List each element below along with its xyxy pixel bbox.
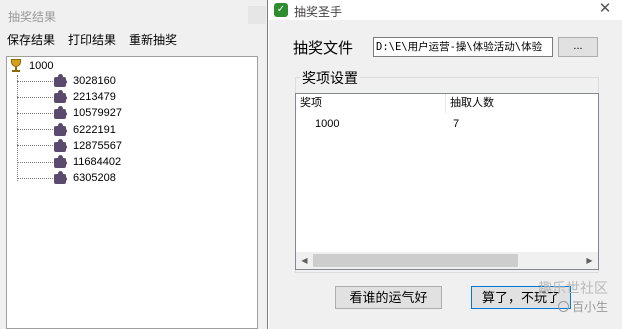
column-header-count[interactable]: 抽取人数 bbox=[446, 94, 598, 113]
tree-item-label: 2213479 bbox=[73, 91, 116, 104]
scroll-thumb[interactable] bbox=[313, 254, 518, 267]
watermark-author: 百小生 bbox=[558, 298, 608, 315]
tree-item[interactable]: 10579927 bbox=[17, 105, 122, 121]
puzzle-piece-icon bbox=[53, 74, 67, 88]
tree-root-label: 1000 bbox=[29, 60, 54, 72]
main-window-title: 抽奖圣手 bbox=[294, 5, 343, 19]
scroll-right-arrow-icon[interactable]: ▶ bbox=[581, 252, 598, 269]
tree-item-label: 10579927 bbox=[73, 107, 122, 120]
watermark-author-label: 百小生 bbox=[572, 300, 609, 314]
tree-item[interactable]: 2213479 bbox=[17, 89, 122, 105]
scroll-track[interactable] bbox=[313, 252, 581, 269]
prize-list[interactable]: 奖项 抽取人数 1000 7 ◀ ▶ bbox=[295, 93, 599, 270]
results-tree[interactable]: 1000 3028160 2213479 10579927 6222191 12… bbox=[6, 56, 258, 329]
list-header: 奖项 抽取人数 bbox=[296, 94, 598, 113]
puzzle-piece-icon bbox=[53, 106, 67, 120]
tree-item-label: 3028160 bbox=[73, 75, 116, 88]
cell-count: 7 bbox=[453, 118, 460, 130]
tree-item[interactable]: 12875567 bbox=[17, 138, 122, 154]
tree-item[interactable]: 6305208 bbox=[17, 170, 122, 186]
file-path-field[interactable]: D:\E\用户运营-操\体验活动\体验 bbox=[373, 37, 553, 57]
puzzle-piece-icon bbox=[53, 122, 67, 137]
puzzle-piece-icon bbox=[53, 138, 67, 153]
close-button[interactable]: ✕ bbox=[596, 0, 614, 20]
tree-item[interactable]: 11684402 bbox=[17, 154, 122, 170]
column-header-prize[interactable]: 奖项 bbox=[296, 94, 446, 113]
draw-lucky-button[interactable]: 看谁的运气好 bbox=[335, 286, 442, 309]
tree-item-label: 6222191 bbox=[73, 123, 116, 136]
tree-item[interactable]: 6222191 bbox=[17, 122, 122, 138]
tree-root-node[interactable]: 1000 bbox=[9, 59, 53, 73]
results-window-title: 抽奖结果 bbox=[8, 10, 57, 24]
tree-item-label: 11684402 bbox=[73, 156, 122, 169]
results-window: 抽奖结果 保存结果 打印结果 重新抽奖 1000 3028160 2213479… bbox=[0, 0, 270, 329]
menu-redraw[interactable]: 重新抽奖 bbox=[122, 30, 183, 50]
menu-save-results[interactable]: 保存结果 bbox=[0, 30, 61, 50]
puzzle-piece-icon bbox=[53, 171, 67, 185]
scroll-left-arrow-icon[interactable]: ◀ bbox=[296, 252, 313, 269]
tree-item-label: 12875567 bbox=[73, 139, 122, 152]
tree-item[interactable]: 3028160 bbox=[17, 73, 122, 89]
list-row[interactable]: 1000 7 bbox=[296, 118, 598, 130]
horizontal-scrollbar[interactable]: ◀ ▶ bbox=[296, 252, 598, 269]
main-window-titlebar[interactable]: ✓ 抽奖圣手 ✕ bbox=[268, 0, 622, 20]
browse-button[interactable]: ... bbox=[558, 37, 598, 57]
results-window-title-button[interactable] bbox=[248, 6, 266, 24]
results-menu-bar: 保存结果 打印结果 重新抽奖 bbox=[0, 30, 270, 50]
watermark-site: 趣乐世社区 bbox=[538, 280, 608, 296]
trophy-icon bbox=[9, 59, 23, 73]
group-label: 奖项设置 bbox=[300, 68, 360, 88]
puzzle-piece-icon bbox=[53, 90, 67, 104]
cell-prize: 1000 bbox=[315, 118, 340, 130]
file-label: 抽奖文件 bbox=[293, 40, 354, 57]
app-icon: ✓ bbox=[274, 3, 288, 17]
menu-print-results[interactable]: 打印结果 bbox=[61, 30, 122, 50]
puzzle-piece-icon bbox=[53, 155, 67, 169]
watermark-logo-icon bbox=[558, 301, 569, 312]
tree-item-label: 6305208 bbox=[73, 172, 116, 185]
